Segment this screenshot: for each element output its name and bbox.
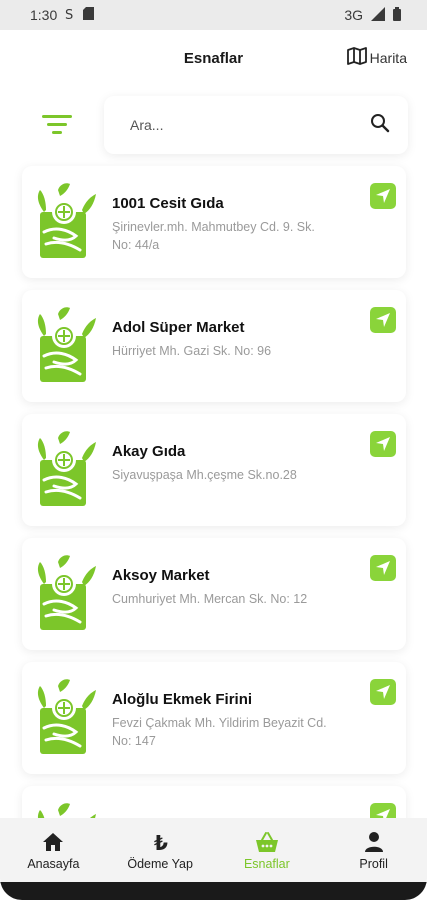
navigate-button[interactable]: [370, 431, 396, 457]
nav-item-esnaflar[interactable]: Esnaflar: [214, 818, 321, 882]
search-box: [104, 96, 408, 154]
map-label: Harita: [369, 49, 407, 66]
nav-item-anasayfa[interactable]: Anasayfa: [0, 818, 107, 882]
shop-address: Siyavuşpaşa Mh.çeşme Sk.no.28: [112, 468, 297, 482]
map-icon: [346, 46, 367, 69]
svg-text:S: S: [65, 8, 73, 21]
bottom-navigation: Anasayfa ₺ Ödeme Yap Esnaflar Profil: [0, 818, 427, 882]
shop-logo-icon: [37, 555, 96, 630]
navigate-button[interactable]: [370, 679, 396, 705]
shop-name: 1001 Cesit Gıda: [112, 195, 224, 212]
svg-text:₺: ₺: [154, 831, 168, 853]
shop-logo-icon: [37, 183, 96, 258]
navigation-arrow-icon: [376, 437, 390, 451]
status-left: 1:30 S: [30, 7, 95, 24]
shop-logo-icon: [37, 307, 96, 382]
navigate-button[interactable]: [370, 555, 396, 581]
signal-icon: [371, 6, 385, 24]
nav-label: Profil: [359, 856, 388, 871]
shop-name: Aloğlu Ekmek Firini: [112, 691, 253, 708]
filter-icon: [42, 115, 72, 134]
user-icon: [362, 830, 386, 854]
notification-icon: S: [65, 7, 75, 24]
network-type: 3G: [344, 7, 363, 23]
shop-card[interactable]: 1001 Cesit Gıda Şirinevler.mh. Mahmutbey…: [22, 166, 406, 278]
navigate-button[interactable]: [370, 183, 396, 209]
status-bar: 1:30 S 3G: [0, 0, 427, 30]
status-right: 3G: [344, 6, 401, 24]
phone-screen: 1:30 S 3G Esnaflar Harita Ara... 1001 Ce…: [0, 0, 427, 900]
nav-label: Anasayfa: [27, 856, 80, 871]
shop-card[interactable]: Akay Gıda Siyavuşpaşa Mh.çeşme Sk.no.28: [22, 414, 406, 526]
nav-label: Ödeme Yap: [127, 856, 193, 871]
search-icon[interactable]: [370, 113, 390, 138]
lira-icon: ₺: [148, 830, 172, 854]
map-button[interactable]: Harita: [346, 46, 407, 69]
shop-logo-icon: [37, 679, 96, 754]
shop-address: Hürriyet Mh. Gazi Sk. No: 96: [112, 344, 272, 358]
shop-address: Fevzi Çakmak Mh. Yildirim Beyazit Cd. No…: [112, 716, 327, 748]
navigate-button[interactable]: [370, 307, 396, 333]
navigation-arrow-icon: [376, 189, 390, 203]
nav-item-profil[interactable]: Profil: [320, 818, 427, 882]
system-navigation-bar: [0, 882, 427, 900]
filter-button[interactable]: [40, 112, 74, 138]
shop-card[interactable]: Adol Süper Market Hürriyet Mh. Gazi Sk. …: [22, 290, 406, 402]
search-input[interactable]: [130, 117, 350, 133]
shop-logo-icon: [37, 431, 96, 506]
home-icon: [41, 830, 65, 854]
navigation-arrow-icon: [376, 685, 390, 699]
navigation-arrow-icon: [376, 561, 390, 575]
battery-icon: [393, 6, 401, 24]
shop-name: Adol Süper Market: [112, 319, 245, 336]
nav-item-odeme-yap[interactable]: ₺ Ödeme Yap: [107, 818, 214, 882]
page-title: Esnaflar: [183, 49, 244, 67]
shop-address: Şirinevler.mh. Mahmutbey Cd. 9. Sk. No: …: [112, 220, 315, 252]
app-header: Esnaflar Harita: [0, 30, 427, 86]
sd-card-icon: [83, 7, 95, 23]
nav-label: Esnaflar: [243, 856, 290, 871]
shop-name: Akay Gıda: [112, 443, 186, 460]
status-time: 1:30: [30, 7, 58, 23]
shop-name: Aksoy Market: [112, 567, 210, 584]
shop-address: Cumhuriyet Mh. Mercan Sk. No: 12: [112, 592, 308, 606]
shop-card[interactable]: Aloğlu Ekmek Firini Fevzi Çakmak Mh. Yil…: [22, 662, 406, 774]
navigation-arrow-icon: [376, 313, 390, 327]
shop-card[interactable]: Aksoy Market Cumhuriyet Mh. Mercan Sk. N…: [22, 538, 406, 650]
basket-icon: [255, 830, 279, 854]
